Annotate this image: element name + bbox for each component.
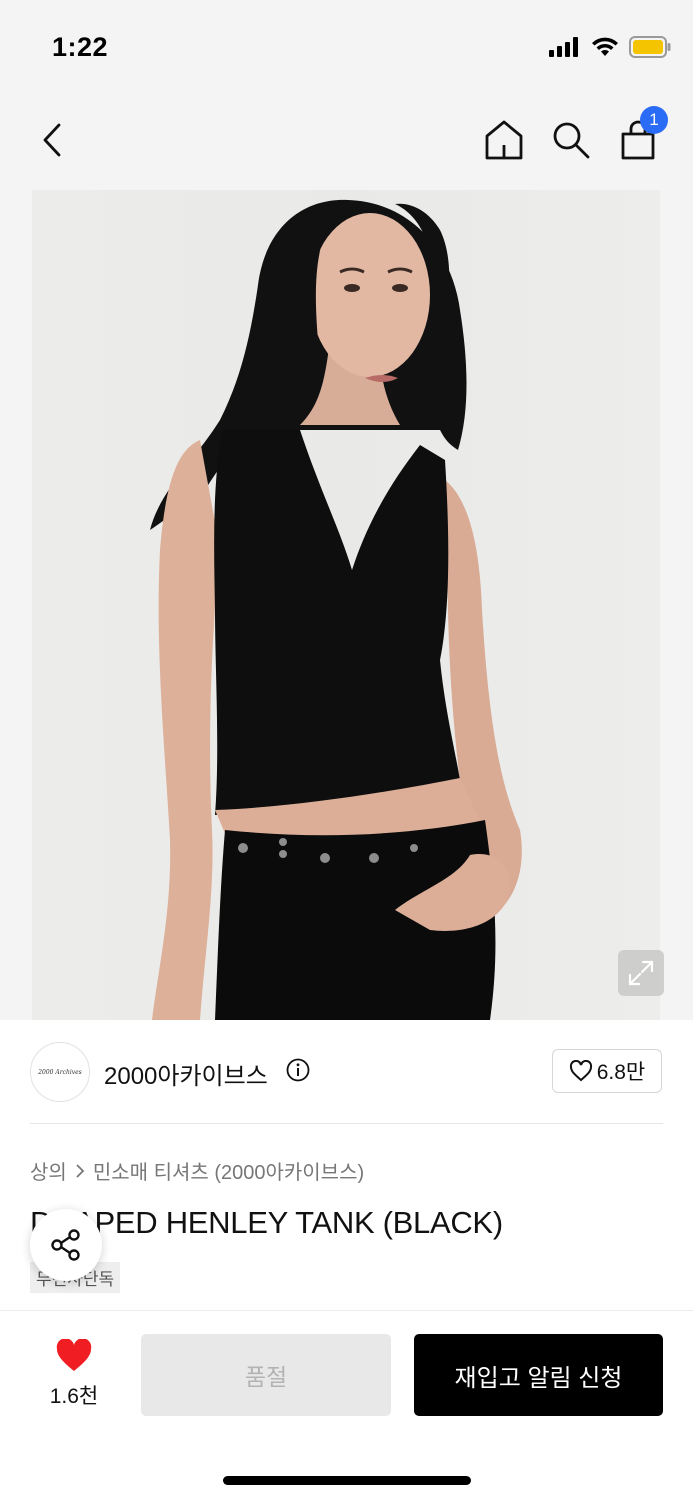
search-button[interactable] xyxy=(550,118,592,162)
expand-image-button[interactable] xyxy=(618,950,664,996)
brand-logo[interactable]: 2000 Archives xyxy=(30,1042,90,1102)
brand-like-button[interactable]: 6.8만 xyxy=(552,1049,662,1093)
soldout-button[interactable]: 품절 xyxy=(141,1334,391,1416)
restock-alert-button[interactable]: 재입고 알림 신청 xyxy=(414,1334,663,1416)
home-button[interactable] xyxy=(483,118,525,162)
breadcrumb-category[interactable]: 상의 xyxy=(30,1156,67,1185)
share-button[interactable] xyxy=(30,1209,102,1281)
search-icon xyxy=(553,122,590,159)
brand-logo-text: 2000 Archives xyxy=(38,1068,82,1076)
status-icons xyxy=(549,36,671,58)
wish-count: 1.6천 xyxy=(49,1385,99,1408)
chevron-left-icon xyxy=(43,123,61,157)
battery-icon xyxy=(629,36,671,58)
wifi-icon xyxy=(592,37,618,56)
brand-info-button[interactable] xyxy=(286,1058,310,1087)
wish-button[interactable]: 1.6천 xyxy=(40,1338,108,1410)
expand-icon xyxy=(628,960,654,986)
breadcrumb: 상의 민소매 티셔츠 (2000아카이브스) xyxy=(30,1156,364,1185)
breadcrumb-subcategory[interactable]: 민소매 티셔츠 (2000아카이브스) xyxy=(93,1156,364,1185)
status-bar: 1:22 xyxy=(0,0,693,100)
heart-outline-icon xyxy=(569,1060,592,1082)
home-indicator[interactable] xyxy=(223,1476,471,1485)
home-icon xyxy=(485,120,523,160)
cart-button[interactable]: 1 xyxy=(618,106,668,160)
bottom-action-bar: 1.6천 품절 재입고 알림 신청 xyxy=(0,1310,693,1501)
chevron-right-icon xyxy=(76,1163,85,1178)
brand-like-count: 6.8만 xyxy=(596,1061,646,1084)
brand-row: 2000 Archives 2000아카이브스 6.8만 xyxy=(0,1020,693,1124)
model-photo xyxy=(150,199,522,1020)
divider xyxy=(30,1123,663,1124)
status-time: 1:22 xyxy=(52,32,109,62)
nav-bar: 1 xyxy=(0,100,693,190)
cellular-signal-icon xyxy=(549,37,578,57)
heart-filled-icon xyxy=(56,1338,92,1371)
cart-count-badge: 1 xyxy=(640,106,668,134)
back-button[interactable] xyxy=(34,120,70,160)
share-icon xyxy=(51,1229,80,1261)
info-icon xyxy=(286,1058,310,1082)
product-image[interactable] xyxy=(0,190,693,1020)
brand-name[interactable]: 2000아카이브스 xyxy=(104,1056,268,1091)
